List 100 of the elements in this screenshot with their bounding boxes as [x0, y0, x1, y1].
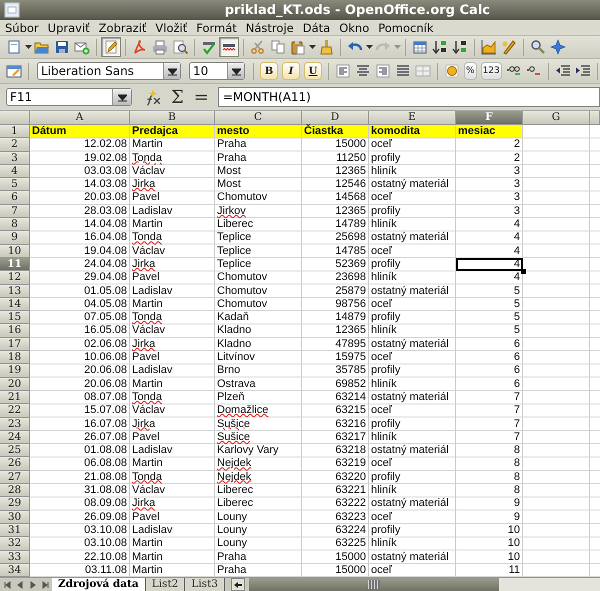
window-title: priklad_KT.ods - OpenOffice.org Calc: [224, 2, 491, 18]
table-cell-text: 07.05.08: [83, 311, 128, 324]
row-header[interactable]: 32: [0, 537, 30, 550]
row-header[interactable]: 13: [0, 284, 30, 298]
selected-cell[interactable]: 4: [456, 258, 523, 272]
number-format-button[interactable]: %: [464, 62, 477, 80]
name-box[interactable]: F11: [6, 88, 132, 106]
table-cell-text: 16.05.08: [83, 324, 128, 338]
table-cell-text: 01.05.08: [83, 284, 128, 298]
table-cell-text: 12.02.08: [83, 138, 128, 152]
table-cell-text: 14.03.08: [83, 178, 128, 192]
row-header[interactable]: 16: [0, 324, 30, 338]
function-button[interactable]: =: [194, 86, 209, 108]
row-header[interactable]: 11: [0, 258, 30, 272]
bold-button[interactable]: B: [260, 62, 278, 80]
horizontal-scrollbar[interactable]: [248, 578, 600, 591]
column-header[interactable]: C: [215, 111, 302, 125]
row-header[interactable]: 4: [0, 164, 30, 178]
row-header[interactable]: 3: [0, 152, 30, 165]
table-cell-text: 10: [506, 537, 521, 550]
font-size-field[interactable]: 10: [189, 62, 245, 80]
row-header[interactable]: 5: [0, 178, 30, 192]
row-header[interactable]: 27: [0, 470, 30, 484]
menu-item[interactable]: Vložiť: [151, 20, 192, 34]
number-format-button[interactable]: 123: [480, 62, 502, 80]
menu-item[interactable]: Dáta: [298, 20, 336, 34]
row-header[interactable]: 17: [0, 338, 30, 352]
row-header[interactable]: 20: [0, 378, 30, 391]
formula-input[interactable]: =MONTH(A11): [218, 87, 600, 107]
column-header[interactable]: G: [523, 111, 590, 125]
menu-item[interactable]: Okno: [335, 20, 374, 34]
table-cell-text: Jirkov: [216, 204, 247, 218]
column-title-cell: komodita: [369, 125, 456, 138]
row-header[interactable]: 25: [0, 444, 30, 458]
menu-item[interactable]: Nástroje: [242, 20, 299, 34]
table-cell-text: Louny: [216, 524, 248, 538]
row-header[interactable]: 21: [0, 390, 30, 404]
row-header[interactable]: 8: [0, 218, 30, 232]
table-cell-text: Pavel: [131, 430, 161, 444]
insert-sheet-button[interactable]: [230, 578, 245, 591]
column-header[interactable]: D: [302, 111, 369, 125]
sum-button[interactable]: Σ: [171, 86, 184, 108]
scrollbar-thumb[interactable]: [248, 578, 499, 591]
pdf-icon: [132, 39, 148, 55]
row-header[interactable]: 19: [0, 364, 30, 378]
italic-button[interactable]: I: [282, 62, 300, 80]
row-header[interactable]: 6: [0, 191, 30, 205]
row-header[interactable]: 7: [0, 204, 30, 218]
row-header[interactable]: 29: [0, 497, 30, 511]
sheet-tab[interactable]: Zdrojová data: [52, 578, 146, 591]
table-cell-text: 03.10.08: [83, 524, 128, 538]
table-cell-text: 4: [512, 218, 521, 232]
table-cell-text: 63217: [334, 430, 367, 444]
column-header[interactable]: B: [130, 111, 215, 125]
row-header[interactable]: 23: [0, 418, 30, 431]
edit-mode-button[interactable]: [101, 37, 121, 57]
row-header[interactable]: 2: [0, 138, 30, 152]
row-header[interactable]: 34: [0, 564, 30, 578]
fill-handle[interactable]: [521, 269, 526, 274]
table-cell-text: 7: [512, 418, 521, 431]
menu-item[interactable]: Formát: [192, 20, 242, 34]
navigator-button[interactable]: [548, 37, 568, 57]
row-header[interactable]: 1: [0, 125, 30, 138]
chart-button[interactable]: [479, 37, 499, 57]
row-header[interactable]: 12: [0, 271, 30, 285]
table-cell-text: 14789: [334, 218, 367, 232]
table-cell-text: 8: [512, 470, 521, 484]
menu-item[interactable]: Súbor: [1, 20, 44, 34]
row-header[interactable]: 18: [0, 351, 30, 364]
row-header[interactable]: 26: [0, 457, 30, 471]
table-cell-text: 8: [512, 484, 521, 498]
row-header[interactable]: 30: [0, 510, 30, 524]
row-header[interactable]: 15: [0, 311, 30, 324]
table-cell-text: Ladislav: [131, 524, 174, 538]
align-left-icon: [335, 63, 351, 79]
table-cell-text: oceľ: [370, 564, 393, 578]
menu-item[interactable]: Upraviť: [44, 20, 95, 34]
row-header[interactable]: 9: [0, 231, 30, 245]
column-header[interactable]: A: [30, 111, 130, 125]
app-icon[interactable]: [4, 2, 20, 18]
row-header[interactable]: 31: [0, 524, 30, 538]
row-header[interactable]: 10: [0, 244, 30, 258]
font-name-field[interactable]: Liberation Sans: [37, 62, 181, 80]
column-header[interactable]: E: [369, 111, 456, 125]
table-cell-text: Jirka: [131, 338, 156, 352]
menu-item[interactable]: Zobraziť: [94, 20, 152, 34]
row-header[interactable]: 14: [0, 298, 30, 312]
row-header[interactable]: 24: [0, 430, 30, 444]
row-header[interactable]: 22: [0, 404, 30, 418]
table-cell-text: ostatný materiál: [370, 444, 450, 458]
table-cell-text: Teplice: [216, 244, 252, 258]
underline-button[interactable]: U: [304, 62, 322, 80]
row-header[interactable]: 28: [0, 484, 30, 498]
table-cell-text: Kladno: [216, 324, 252, 338]
row-header[interactable]: 33: [0, 550, 30, 564]
sheet-tab[interactable]: List2: [146, 578, 186, 591]
menu-item[interactable]: Pomocník: [374, 20, 438, 34]
autospellcheck-button[interactable]: [219, 37, 239, 57]
chart-icon: [481, 39, 497, 55]
sheet-tab[interactable]: List3: [185, 578, 225, 591]
